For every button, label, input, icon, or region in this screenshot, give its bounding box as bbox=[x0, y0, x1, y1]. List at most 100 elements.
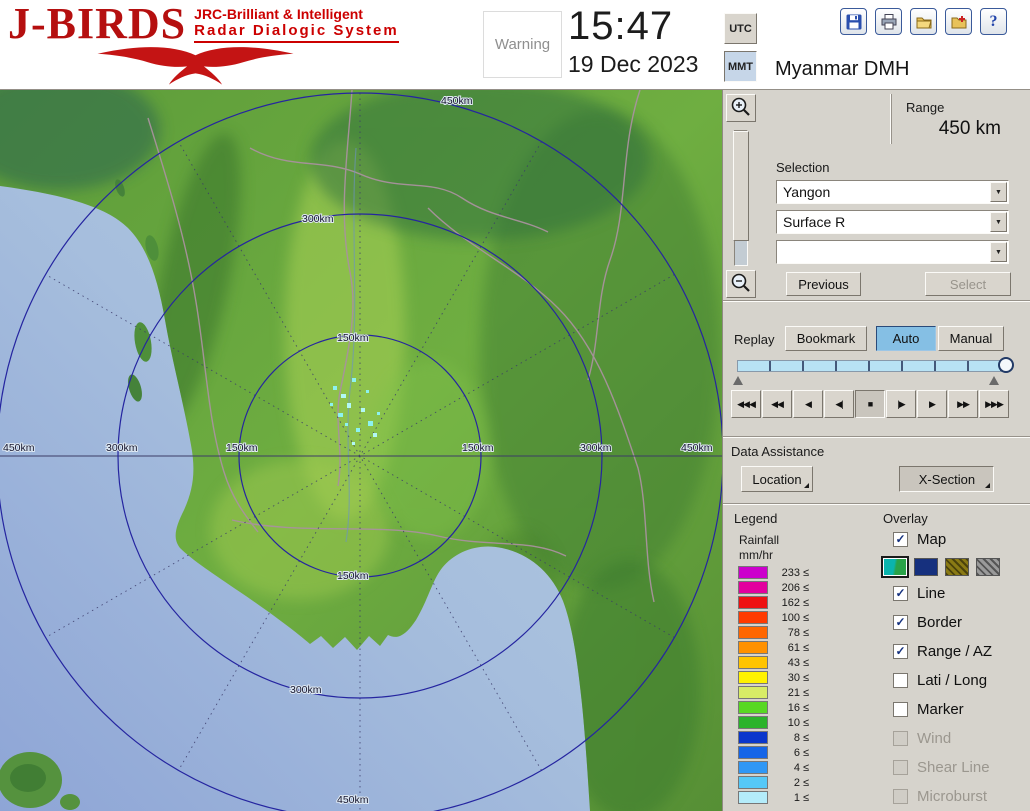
legend-lte-symbol: ≤ bbox=[803, 747, 809, 759]
legend-value: 16 bbox=[768, 702, 800, 714]
legend-lte-symbol: ≤ bbox=[803, 567, 809, 579]
data-assistance-label: Data Assistance bbox=[731, 444, 824, 459]
overlay-item-label: Wind bbox=[917, 730, 951, 747]
timeline-handle[interactable] bbox=[998, 357, 1014, 373]
legend-lte-symbol: ≤ bbox=[803, 627, 809, 639]
fast-forward-to-end-button[interactable]: ▶▶▶ bbox=[979, 390, 1009, 418]
header: J-BIRDS JRC-Brilliant & Intelligent Rada… bbox=[0, 0, 1030, 90]
option-dropdown[interactable]: ▼ bbox=[776, 240, 1009, 264]
range-value: 450 km bbox=[939, 118, 1001, 140]
selection-section: Range 450 km Selection Yangon ▼ Surface … bbox=[759, 90, 1030, 300]
previous-button[interactable]: Previous bbox=[786, 272, 861, 296]
overlay-item-label: Range / AZ bbox=[917, 643, 992, 660]
overlay-item-marker: Marker bbox=[883, 699, 1030, 725]
legend-color-swatch bbox=[738, 716, 768, 729]
legend-row: 61≤ bbox=[738, 640, 858, 655]
legend-lte-symbol: ≤ bbox=[803, 717, 809, 729]
line-checkbox[interactable]: ✓ bbox=[893, 586, 908, 601]
olive-hatch-map-swatch[interactable] bbox=[945, 558, 969, 576]
legend-lte-symbol: ≤ bbox=[803, 687, 809, 699]
navy-map-swatch[interactable] bbox=[914, 558, 938, 576]
warning-label: Warning bbox=[495, 36, 550, 53]
save-button[interactable] bbox=[840, 8, 867, 35]
border-checkbox[interactable]: ✓ bbox=[893, 615, 908, 630]
ring-label-n300: 300km bbox=[302, 213, 334, 225]
site-dropdown[interactable]: Yangon ▼ bbox=[776, 180, 1009, 204]
step-back-button[interactable]: ◀| bbox=[824, 390, 854, 418]
legend-color-swatch bbox=[738, 686, 768, 699]
overlay-item-label: Marker bbox=[917, 701, 964, 718]
zoom-slider-track[interactable] bbox=[734, 130, 748, 266]
radar-map[interactable]: 450km 300km 150km 450km 300km 150km 150k… bbox=[0, 90, 722, 811]
legend-lte-symbol: ≤ bbox=[803, 762, 809, 774]
chevron-down-icon[interactable]: ▼ bbox=[990, 242, 1007, 262]
stop-button[interactable]: ■ bbox=[855, 390, 885, 418]
legend-row: 2≤ bbox=[738, 775, 858, 790]
zoom-out-button[interactable] bbox=[726, 270, 756, 298]
fast-rewind-button[interactable]: ◀◀ bbox=[762, 390, 792, 418]
timezone-toggle: UTC MMT bbox=[724, 13, 758, 82]
magnifier-minus-icon bbox=[728, 271, 754, 295]
legend-row: 6≤ bbox=[738, 745, 858, 760]
printer-icon bbox=[880, 13, 898, 31]
legend-value: 162 bbox=[768, 597, 800, 609]
timeline-start-marker[interactable] bbox=[733, 376, 743, 385]
mmt-button[interactable]: MMT bbox=[724, 51, 757, 82]
legend-row: 162≤ bbox=[738, 595, 858, 610]
ring-label-s300: 300km bbox=[290, 684, 322, 696]
print-button[interactable] bbox=[875, 8, 902, 35]
zoom-slider-thumb[interactable] bbox=[733, 131, 749, 241]
legend-quantity: Rainfall bbox=[739, 533, 779, 547]
location-button[interactable]: Location bbox=[741, 466, 813, 492]
bookmark-button[interactable]: Bookmark bbox=[785, 326, 867, 351]
map-style-swatches bbox=[883, 558, 1000, 576]
select-button[interactable]: Select bbox=[925, 272, 1011, 296]
eagle-logo-icon bbox=[8, 44, 383, 86]
lati-long-checkbox[interactable] bbox=[893, 673, 908, 688]
play-reverse-button[interactable]: ◀ bbox=[793, 390, 823, 418]
legend-row: 206≤ bbox=[738, 580, 858, 595]
legend-color-swatch bbox=[738, 776, 768, 789]
play-button[interactable]: ▶ bbox=[917, 390, 947, 418]
open-button[interactable] bbox=[910, 8, 937, 35]
legend-color-swatch bbox=[738, 701, 768, 714]
marker-checkbox[interactable] bbox=[893, 702, 908, 717]
ring-label-e450: 450km bbox=[681, 442, 713, 454]
overlay-item-shear-line: Shear Line bbox=[883, 757, 1030, 783]
legend-row: 16≤ bbox=[738, 700, 858, 715]
import-button[interactable] bbox=[945, 8, 972, 35]
zoom-in-button[interactable] bbox=[726, 94, 756, 122]
overlay-item-range-az: ✓ Range / AZ bbox=[883, 641, 1030, 667]
ring-label-w300: 300km bbox=[106, 442, 138, 454]
legend-value: 1 bbox=[768, 792, 800, 804]
legend-value: 43 bbox=[768, 657, 800, 669]
chevron-down-icon[interactable]: ▼ bbox=[990, 182, 1007, 202]
step-forward-button[interactable]: |▶ bbox=[886, 390, 916, 418]
range-az-checkbox[interactable]: ✓ bbox=[893, 644, 908, 659]
terrain-map-swatch[interactable] bbox=[883, 558, 907, 576]
legend-row: 21≤ bbox=[738, 685, 858, 700]
manual-mode-button[interactable]: Manual bbox=[938, 326, 1004, 351]
chevron-down-icon[interactable]: ▼ bbox=[990, 212, 1007, 232]
utc-button[interactable]: UTC bbox=[724, 13, 757, 44]
legend-row: 8≤ bbox=[738, 730, 858, 745]
legend-color-swatch bbox=[738, 611, 768, 624]
replay-timeline-slider[interactable] bbox=[737, 360, 1009, 372]
legend-value: 100 bbox=[768, 612, 800, 624]
help-button[interactable]: ? bbox=[980, 8, 1007, 35]
product-dropdown[interactable]: Surface R ▼ bbox=[776, 210, 1009, 234]
timeline-end-marker[interactable] bbox=[989, 376, 999, 385]
auto-mode-button[interactable]: Auto bbox=[876, 326, 936, 351]
legend-value: 21 bbox=[768, 687, 800, 699]
x-section-button[interactable]: X-Section bbox=[899, 466, 994, 492]
legend-color-swatch bbox=[738, 596, 768, 609]
legend-color-swatch bbox=[738, 566, 768, 579]
fast-rewind-to-start-button[interactable]: ◀◀◀ bbox=[731, 390, 761, 418]
site-dropdown-value: Yangon bbox=[783, 184, 830, 200]
overlay-item-line: ✓ Line bbox=[883, 583, 1030, 609]
legend-value: 78 bbox=[768, 627, 800, 639]
gray-hatch-map-swatch[interactable] bbox=[976, 558, 1000, 576]
legend-lte-symbol: ≤ bbox=[803, 597, 809, 609]
fast-forward-button[interactable]: ▶▶ bbox=[948, 390, 978, 418]
map-checkbox[interactable]: ✓ bbox=[893, 532, 908, 547]
